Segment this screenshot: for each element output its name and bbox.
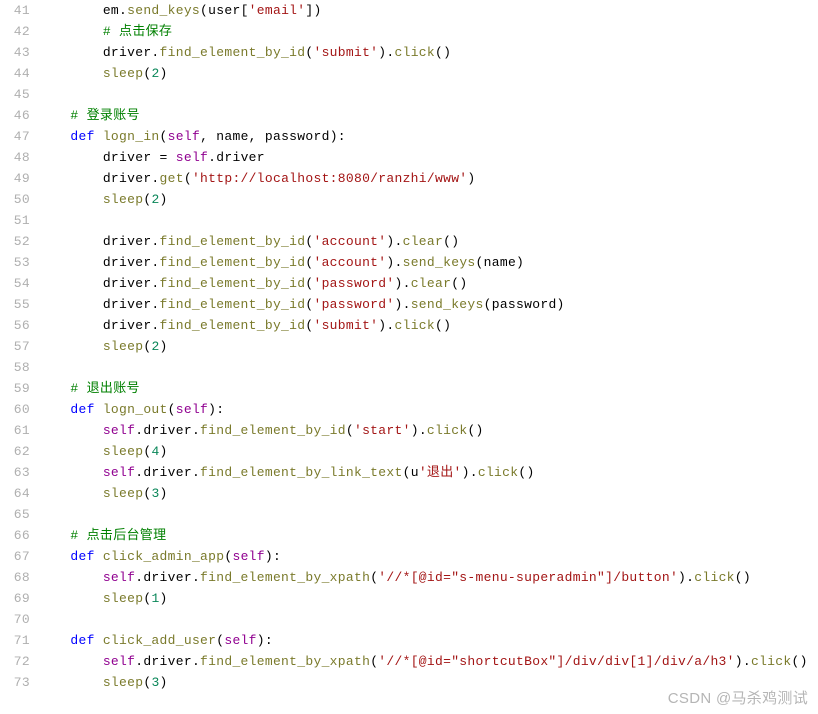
line-number: 42 [0,21,30,42]
line-number: 53 [0,252,30,273]
line-number: 60 [0,399,30,420]
line-number: 71 [0,630,30,651]
code-line: driver.find_element_by_id('submit').clic… [38,315,818,336]
line-number: 54 [0,273,30,294]
code-line: self.driver.find_element_by_id('start').… [38,420,818,441]
line-number-gutter: 4142434445464748495051525354555657585960… [0,0,38,693]
code-line: self.driver.find_element_by_xpath('//*[@… [38,567,818,588]
code-line [38,504,818,525]
line-number: 46 [0,105,30,126]
code-line: driver = self.driver [38,147,818,168]
code-line: # 退出账号 [38,378,818,399]
code-line: driver.get('http://localhost:8080/ranzhi… [38,168,818,189]
line-number: 62 [0,441,30,462]
code-line [38,609,818,630]
line-number: 47 [0,126,30,147]
code-line: sleep(1) [38,588,818,609]
line-number: 73 [0,672,30,693]
line-number: 63 [0,462,30,483]
line-number: 45 [0,84,30,105]
line-number: 50 [0,189,30,210]
code-line: # 点击后台管理 [38,525,818,546]
code-line: # 点击保存 [38,21,818,42]
code-line: self.driver.find_element_by_xpath('//*[@… [38,651,818,672]
line-number: 44 [0,63,30,84]
code-line: self.driver.find_element_by_link_text(u'… [38,462,818,483]
line-number: 64 [0,483,30,504]
code-line [38,357,818,378]
code-line: driver.find_element_by_id('submit').clic… [38,42,818,63]
line-number: 55 [0,294,30,315]
code-line [38,84,818,105]
code-line [38,210,818,231]
code-line: driver.find_element_by_id('password').se… [38,294,818,315]
code-line: def click_add_user(self): [38,630,818,651]
code-line: sleep(4) [38,441,818,462]
code-block: 4142434445464748495051525354555657585960… [0,0,818,693]
code-line: driver.find_element_by_id('password').cl… [38,273,818,294]
line-number: 66 [0,525,30,546]
line-number: 72 [0,651,30,672]
code-line: def logn_in(self, name, password): [38,126,818,147]
line-number: 48 [0,147,30,168]
code-line: # 登录账号 [38,105,818,126]
line-number: 41 [0,0,30,21]
line-number: 59 [0,378,30,399]
line-number: 65 [0,504,30,525]
line-number: 61 [0,420,30,441]
code-line: sleep(3) [38,672,818,693]
code-line: sleep(3) [38,483,818,504]
line-number: 68 [0,567,30,588]
line-number: 43 [0,42,30,63]
line-number: 51 [0,210,30,231]
line-number: 67 [0,546,30,567]
line-number: 70 [0,609,30,630]
code-line: sleep(2) [38,189,818,210]
code-line: def click_admin_app(self): [38,546,818,567]
line-number: 57 [0,336,30,357]
code-line: driver.find_element_by_id('account').cle… [38,231,818,252]
code-line: sleep(2) [38,63,818,84]
code-line: em.send_keys(user['email']) [38,0,818,21]
line-number: 69 [0,588,30,609]
code-content: em.send_keys(user['email']) # 点击保存 drive… [38,0,818,693]
line-number: 52 [0,231,30,252]
code-line: def logn_out(self): [38,399,818,420]
line-number: 56 [0,315,30,336]
code-line: driver.find_element_by_id('account').sen… [38,252,818,273]
code-line: sleep(2) [38,336,818,357]
line-number: 49 [0,168,30,189]
line-number: 58 [0,357,30,378]
